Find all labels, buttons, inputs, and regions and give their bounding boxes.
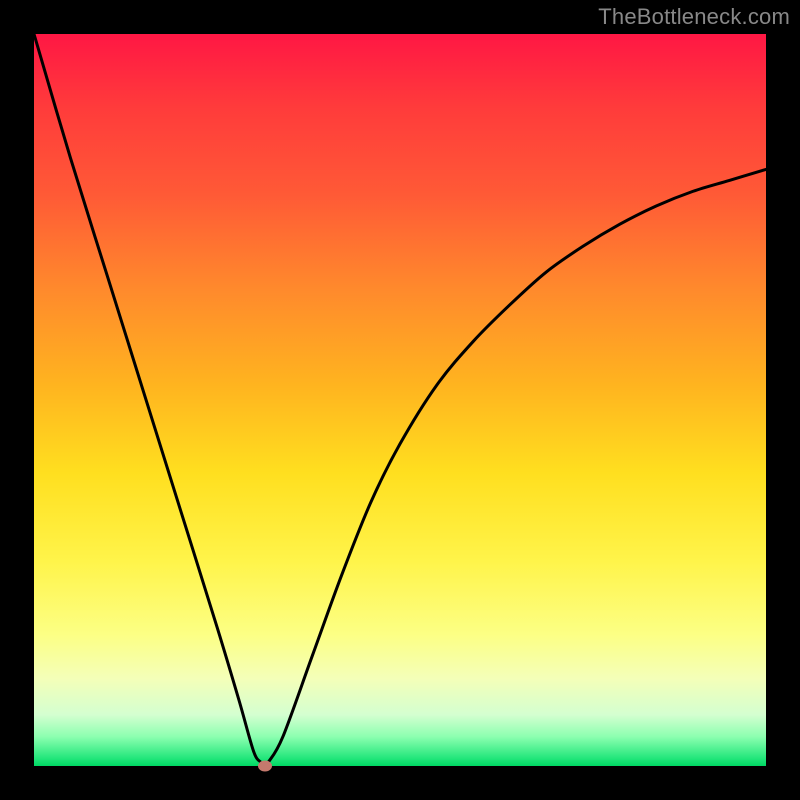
optimum-marker [258, 761, 272, 772]
curve-svg [34, 34, 766, 766]
chart-frame: TheBottleneck.com [0, 0, 800, 800]
plot-area [34, 34, 766, 766]
bottleneck-curve [34, 34, 766, 766]
watermark-text: TheBottleneck.com [598, 4, 790, 30]
